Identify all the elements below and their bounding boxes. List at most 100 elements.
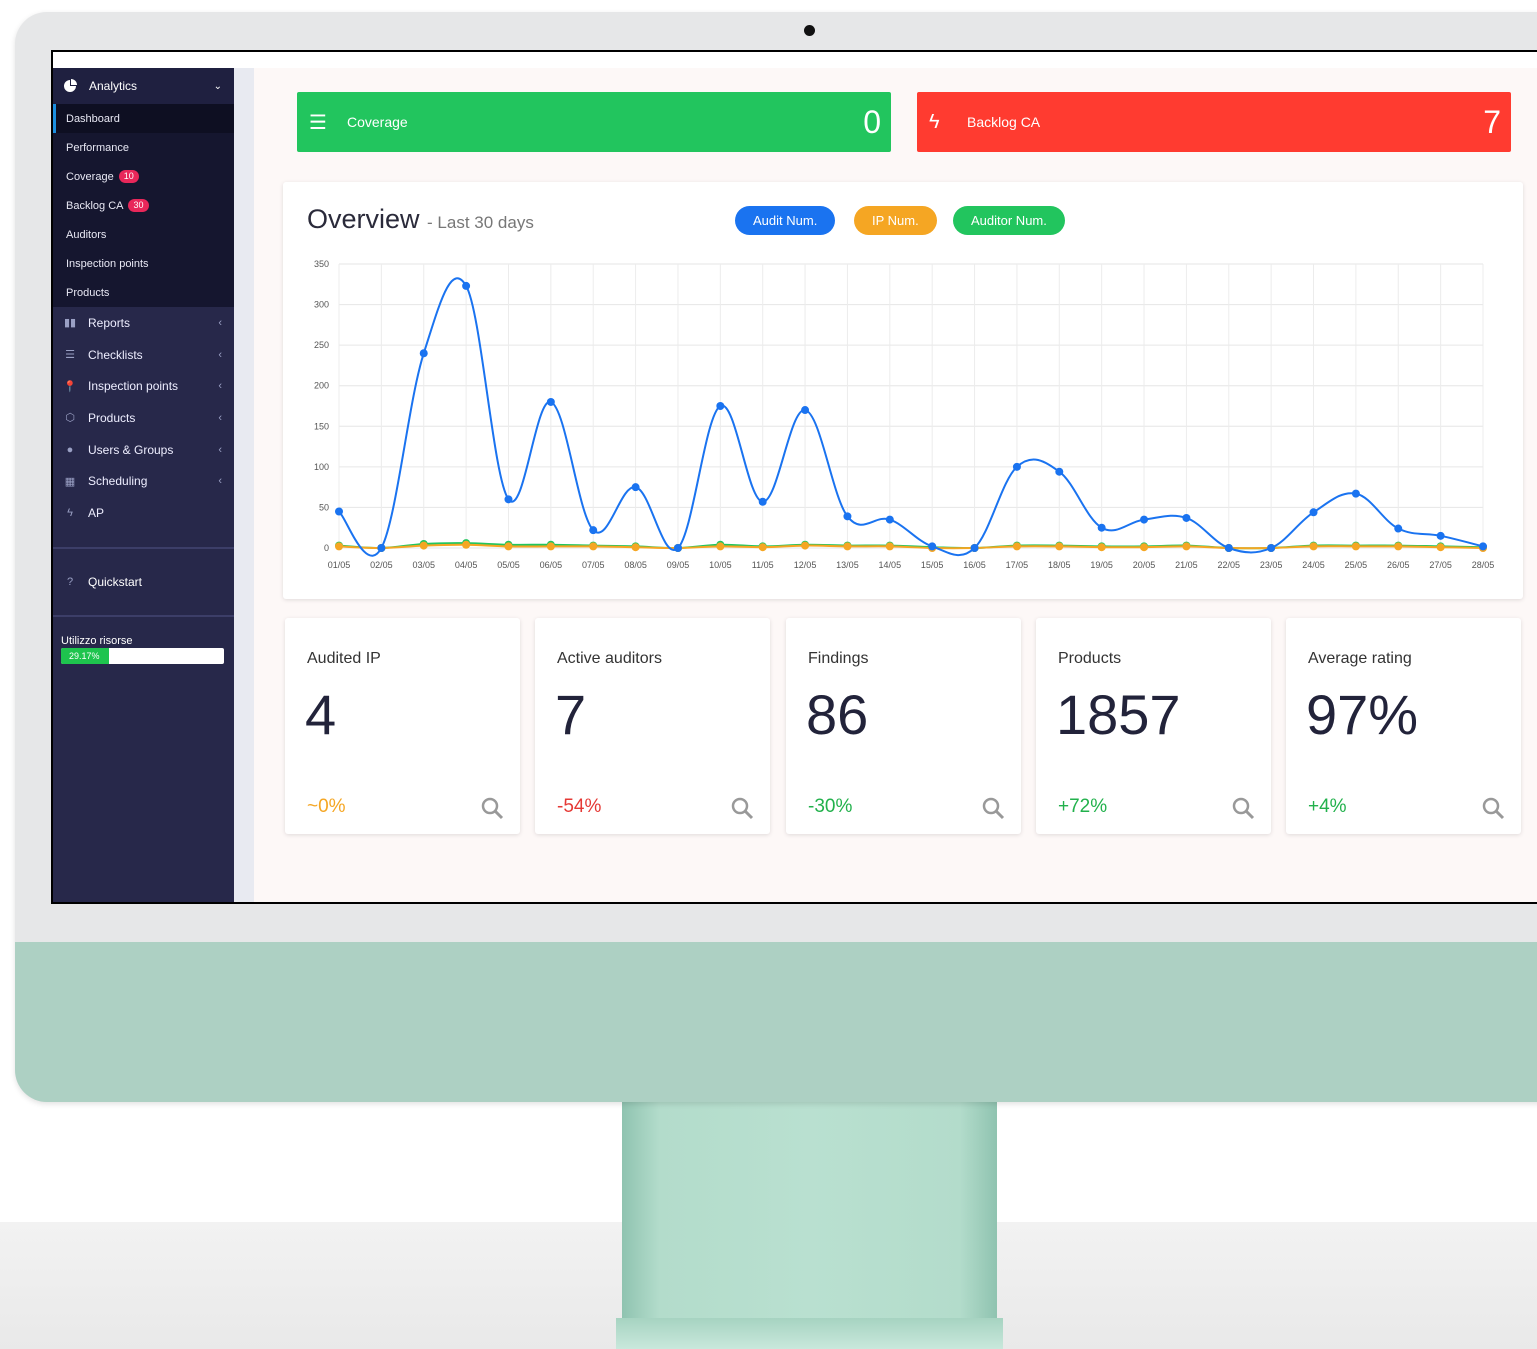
- sidebar-item-label: Scheduling: [88, 474, 148, 489]
- chart-x-tick-label: 06/05: [540, 560, 563, 570]
- count-badge: 30: [128, 199, 149, 212]
- chart-y-tick-label: 150: [314, 421, 329, 431]
- chart-point: [1267, 544, 1276, 552]
- chevron-down-icon: ⌄: [213, 80, 222, 92]
- sidebar: Analytics ⌄ Dashboard Performance Covera…: [53, 68, 234, 902]
- chart-x-tick-label: 23/05: [1260, 560, 1283, 570]
- coverage-tile[interactable]: ☰ Coverage 0: [297, 92, 891, 152]
- monitor-chin: [15, 942, 1537, 1102]
- chart-point: [801, 541, 810, 550]
- chart-point: [419, 541, 428, 550]
- search-icon[interactable]: [981, 796, 1005, 820]
- user-circle-icon: ●: [66, 443, 74, 456]
- sidebar-item-dashboard[interactable]: Dashboard: [53, 104, 234, 133]
- cube-icon: ⬡: [65, 412, 75, 425]
- sidebar-item-inspection-points-sub[interactable]: Inspection points: [53, 249, 234, 278]
- stat-card-label: Findings: [808, 650, 869, 667]
- chart-x-tick-label: 12/05: [794, 560, 817, 570]
- sidebar-item-scheduling[interactable]: ▦ Scheduling ‹: [53, 465, 234, 497]
- chart-x-tick-label: 22/05: [1218, 560, 1241, 570]
- stat-card-change: -30%: [808, 796, 853, 817]
- sidebar-item-quickstart[interactable]: ? Quickstart: [53, 549, 234, 615]
- chart-point: [885, 542, 894, 551]
- chart-point: [546, 542, 555, 551]
- search-icon[interactable]: [730, 796, 754, 820]
- chevron-left-icon: ‹: [218, 348, 222, 361]
- sidebar-item-label: Coverage: [66, 170, 114, 183]
- sidebar-item-auditors[interactable]: Auditors: [53, 220, 234, 249]
- chart-point: [1140, 515, 1149, 524]
- chart-y-tick-label: 300: [314, 300, 329, 310]
- sidebar-item-products-sub[interactable]: Products: [53, 278, 234, 307]
- count-badge: 10: [118, 170, 139, 183]
- chart-point: [504, 495, 513, 504]
- chart-x-tick-label: 17/05: [1006, 560, 1029, 570]
- top-bar: [53, 52, 1537, 68]
- stat-card-value: 1857: [1056, 683, 1181, 746]
- bolt-icon: ϟ: [67, 506, 73, 519]
- sidebar-item-performance[interactable]: Performance: [53, 133, 234, 162]
- stat-card-value: 97%: [1306, 683, 1419, 746]
- chart-point: [462, 540, 471, 549]
- chart-point: [673, 544, 682, 552]
- sidebar-item-inspection-points[interactable]: 📍 Inspection points ‹: [53, 370, 234, 402]
- chart-point: [1479, 542, 1487, 551]
- stat-card-change: -54%: [557, 796, 602, 817]
- stat-card-findings: Findings 86 -30%: [786, 618, 1021, 834]
- chart-point: [1394, 524, 1403, 533]
- sidebar-item-reports[interactable]: ▮▮ Reports ‹: [53, 307, 234, 339]
- sidebar-analytics-label: Analytics: [89, 79, 138, 93]
- chart-point: [1351, 542, 1360, 551]
- chevron-left-icon: ‹: [218, 380, 222, 393]
- sidebar-item-label: Products: [66, 286, 110, 299]
- chart-point: [1097, 543, 1106, 552]
- chart-x-tick-label: 19/05: [1090, 560, 1113, 570]
- sidebar-item-label: Dashboard: [66, 112, 120, 125]
- chart-x-tick-label: 28/05: [1472, 560, 1495, 570]
- stat-card-audited-ip: Audited IP 4 ~0%: [285, 618, 520, 834]
- backlog-tile[interactable]: ϟ Backlog CA 7: [917, 92, 1511, 152]
- pie-chart-icon: [64, 79, 77, 92]
- stat-card-change: ~0%: [307, 796, 346, 817]
- sidebar-item-products[interactable]: ⬡ Products ‹: [53, 402, 234, 434]
- coverage-tile-value: 0: [863, 103, 881, 140]
- pin-icon: 📍: [63, 380, 77, 393]
- chevron-left-icon: ‹: [218, 475, 222, 488]
- stat-card-label: Products: [1058, 650, 1122, 667]
- list-icon: ☰: [65, 349, 75, 362]
- search-icon[interactable]: [1481, 796, 1505, 820]
- sidebar-item-label: AP: [88, 505, 105, 520]
- chart-point: [843, 512, 852, 521]
- search-icon[interactable]: [480, 796, 504, 820]
- chart-x-tick-label: 21/05: [1175, 560, 1198, 570]
- chart-point: [758, 497, 767, 506]
- sidebar-item-checklists[interactable]: ☰ Checklists ‹: [53, 339, 234, 371]
- chart-point: [1012, 462, 1021, 471]
- sidebar-analytics-header[interactable]: Analytics ⌄: [53, 68, 234, 104]
- resource-usage-fill: 29.17%: [61, 647, 109, 664]
- chart-x-tick-label: 13/05: [836, 560, 859, 570]
- stat-card-products: Products 1857 +72%: [1036, 618, 1271, 834]
- stat-card-value: 86: [806, 683, 869, 746]
- chart-x-tick-label: 15/05: [921, 560, 944, 570]
- chart-point: [758, 543, 767, 552]
- chart-x-tick-label: 04/05: [455, 560, 478, 570]
- chart-x-tick-label: 07/05: [582, 560, 605, 570]
- chart-x-tick-label: 09/05: [667, 560, 690, 570]
- chevron-left-icon: ‹: [218, 411, 222, 424]
- sidebar-item-users-groups[interactable]: ● Users & Groups ‹: [53, 434, 234, 466]
- chart-point: [1351, 489, 1360, 498]
- chart-x-tick-label: 26/05: [1387, 560, 1410, 570]
- bolt-icon: ϟ: [929, 110, 940, 133]
- chart-x-tick-label: 27/05: [1429, 560, 1452, 570]
- chart-point: [1309, 508, 1318, 517]
- search-icon[interactable]: [1231, 796, 1255, 820]
- sidebar-item-coverage[interactable]: Coverage 10: [53, 162, 234, 191]
- sidebar-item-backlog-ca[interactable]: Backlog CA 30: [53, 191, 234, 220]
- chart-point: [885, 515, 894, 524]
- coverage-tile-label: Coverage: [347, 114, 408, 130]
- chart-point: [1436, 543, 1445, 552]
- sidebar-item-ap[interactable]: ϟ AP: [53, 497, 234, 529]
- chart-point: [1309, 542, 1318, 551]
- sidebar-item-label: Reports: [88, 315, 131, 330]
